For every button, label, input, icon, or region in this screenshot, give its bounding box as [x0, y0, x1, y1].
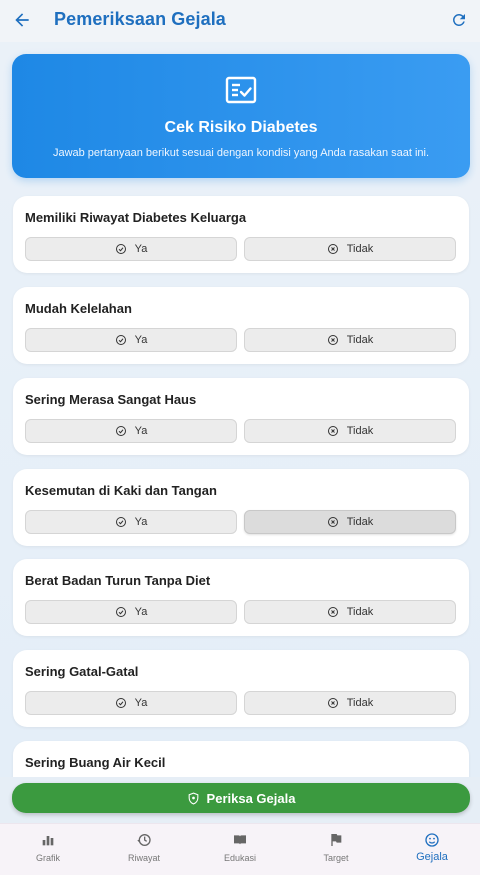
question-card: Berat Badan Turun Tanpa Diet Ya Tidak — [13, 559, 469, 636]
x-circle-icon — [327, 517, 338, 527]
answer-no-button[interactable]: Tidak — [244, 237, 456, 261]
nav-item-target[interactable]: Target — [288, 824, 384, 875]
answer-no-button[interactable]: Tidak — [244, 691, 456, 715]
answer-no-button[interactable]: Tidak — [244, 510, 456, 534]
question-card: Sering Merasa Sangat Haus Ya Tidak — [13, 378, 469, 455]
question-label: Berat Badan Turun Tanpa Diet — [25, 573, 211, 588]
answer-no-label: Tidak — [346, 243, 374, 255]
question-label: Sering Gatal-Gatal — [25, 664, 139, 679]
answer-no-label: Tidak — [346, 606, 374, 618]
answer-yes-label: Ya — [134, 697, 148, 709]
x-circle-icon — [327, 244, 338, 254]
arrow-left-icon[interactable] — [12, 10, 32, 30]
x-circle-icon — [327, 335, 338, 345]
answer-yes-label: Ya — [134, 425, 148, 437]
nav-label: Gejala — [416, 851, 448, 863]
answer-yes-button[interactable]: Ya — [25, 691, 237, 715]
answer-yes-button[interactable]: Ya — [25, 600, 237, 624]
question-label: Sering Merasa Sangat Haus — [25, 392, 197, 407]
hero-title: Cek Risiko Diabetes — [164, 119, 318, 136]
check-symptoms-button[interactable]: Periksa Gejala — [12, 783, 470, 813]
bottom-navigation: Grafik Riwayat Edukasi Target Gejala — [0, 823, 480, 875]
nav-item-riwayat[interactable]: Riwayat — [96, 824, 192, 875]
check-circle-icon — [115, 244, 126, 254]
nav-label: Riwayat — [127, 853, 160, 863]
book-icon — [234, 835, 246, 845]
shield-icon — [188, 792, 198, 804]
answer-no-label: Tidak — [346, 425, 374, 437]
answer-no-label: Tidak — [346, 334, 374, 346]
answer-yes-label: Ya — [134, 606, 148, 618]
x-circle-icon — [327, 426, 338, 436]
content-scroll[interactable]: Cek Risiko Diabetes Jawab pertanyaan ber… — [0, 42, 480, 777]
answer-no-label: Tidak — [346, 516, 374, 528]
face-icon — [425, 833, 439, 847]
refresh-icon[interactable] — [450, 11, 468, 29]
nav-label: Grafik — [35, 853, 60, 863]
answer-yes-button[interactable]: Ya — [25, 510, 237, 534]
nav-item-edukasi[interactable]: Edukasi — [192, 824, 288, 875]
answer-no-label: Tidak — [346, 697, 374, 709]
answer-yes-button[interactable]: Ya — [25, 237, 237, 261]
answer-yes-label: Ya — [134, 243, 148, 255]
answer-yes-button[interactable]: Ya — [25, 419, 237, 443]
answer-no-button[interactable]: Tidak — [244, 419, 456, 443]
nav-label: Target — [323, 853, 349, 863]
question-label: Mudah Kelelahan — [25, 301, 132, 316]
check-circle-icon — [115, 517, 126, 527]
answer-no-button[interactable]: Tidak — [244, 600, 456, 624]
answer-yes-button[interactable]: Ya — [25, 328, 237, 352]
question-label: Memiliki Riwayat Diabetes Keluarga — [25, 210, 247, 225]
question-label: Sering Buang Air Kecil — [25, 755, 166, 770]
question-label: Kesemutan di Kaki dan Tangan — [25, 483, 217, 498]
question-card: Mudah Kelelahan Ya Tidak — [13, 287, 469, 364]
x-circle-icon — [327, 607, 338, 617]
answer-yes-label: Ya — [134, 516, 148, 528]
check-circle-icon — [115, 335, 126, 345]
app-bar: Pemeriksaan Gejala — [0, 0, 480, 42]
page-title: Pemeriksaan Gejala — [54, 9, 226, 29]
history-icon — [137, 834, 151, 846]
question-card: Sering Buang Air KecilYaTidak — [13, 741, 469, 777]
flag-icon — [331, 834, 342, 846]
question-card: Kesemutan di Kaki dan Tangan Ya Tidak — [13, 469, 469, 546]
check-circle-icon — [115, 426, 126, 436]
answer-yes-label: Ya — [134, 334, 148, 346]
checklist-icon — [225, 76, 257, 104]
check-symptoms-label: Periksa Gejala — [206, 790, 296, 806]
answer-no-button[interactable]: Tidak — [244, 328, 456, 352]
hero-banner: Cek Risiko Diabetes Jawab pertanyaan ber… — [12, 54, 470, 178]
check-circle-icon — [115, 607, 126, 617]
nav-item-grafik[interactable]: Grafik — [0, 824, 96, 875]
x-circle-icon — [327, 698, 338, 708]
check-circle-icon — [115, 698, 126, 708]
nav-label: Edukasi — [223, 853, 257, 863]
nav-item-gejala[interactable]: Gejala — [384, 824, 480, 875]
hero-subtitle: Jawab pertanyaan berikut sesuai dengan k… — [52, 147, 430, 159]
bar-chart-icon — [42, 836, 54, 846]
question-card: Memiliki Riwayat Diabetes Keluarga Ya Tida… — [13, 196, 469, 273]
question-card: Sering Gatal-Gatal Ya Tidak — [13, 650, 469, 727]
